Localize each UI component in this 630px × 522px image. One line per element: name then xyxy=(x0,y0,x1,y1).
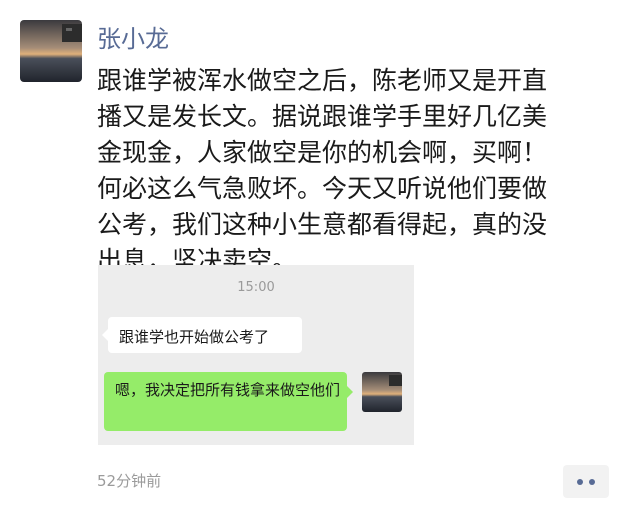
author-name[interactable]: 张小龙 xyxy=(97,24,169,54)
post-line: 何必这么气急败坏。今天又听说他们要做 xyxy=(97,174,548,203)
more-options-button[interactable] xyxy=(563,465,609,498)
incoming-message-bubble: 跟谁学也开始做公考了 xyxy=(102,317,302,353)
author-avatar[interactable] xyxy=(20,20,82,82)
post-line: 公考，我们这种小生意都看得起，真的没 xyxy=(97,210,548,239)
attached-chat-screenshot[interactable]: 15:00 跟谁学也开始做公考了 嗯，我决定把所有钱拿来做空他们 xyxy=(98,265,414,445)
outgoing-message-text: 嗯，我决定把所有钱拿来做空他们 xyxy=(115,381,341,399)
more-dots-icon xyxy=(577,479,583,485)
post-line: 播又是发长文。据说跟谁学手里好几亿美 xyxy=(97,102,548,131)
sender-avatar-icon xyxy=(362,372,402,412)
chat-timestamp: 15:00 xyxy=(237,280,275,295)
outgoing-message-bubble: 嗯，我决定把所有钱拿来做空他们 xyxy=(104,372,353,431)
post-text: 跟谁学被浑水做空之后，陈老师又是开直 播又是发长文。据说跟谁学手里好几亿美 金现… xyxy=(97,63,607,279)
post-timestamp: 52分钟前 xyxy=(97,472,162,490)
post-line: 金现金，人家做空是你的机会啊，买啊！ xyxy=(97,138,548,167)
more-dots-icon xyxy=(589,479,595,485)
post-line: 跟谁学被浑水做空之后，陈老师又是开直 xyxy=(97,66,548,95)
incoming-message-text: 跟谁学也开始做公考了 xyxy=(119,328,270,346)
